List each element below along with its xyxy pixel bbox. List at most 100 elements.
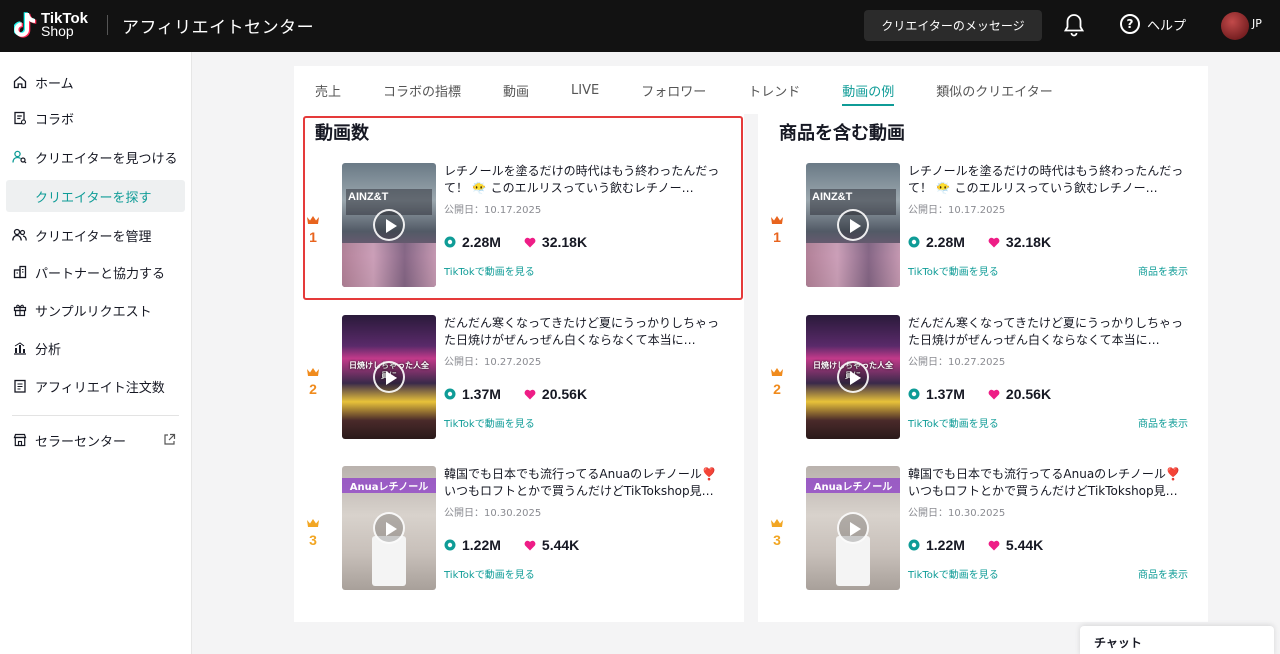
views-count: 1.22M <box>462 537 501 553</box>
sidebar-item-find-creators[interactable]: クリエイターを見つける <box>12 141 184 173</box>
sidebar-item-search-creators[interactable]: クリエイターを探す <box>6 180 185 212</box>
sidebar-item-label: アフィリエイト注文数 <box>35 380 165 396</box>
likes-stat: 32.18K <box>988 234 1051 250</box>
app-title: アフィリエイトセンター <box>122 18 315 38</box>
clipboard-icon <box>12 111 27 126</box>
section-title-videos-with-products: 商品を含む動画 <box>779 123 905 144</box>
video-info: だんだん寒くなってきたけど夏にうっかりしちゃった日焼けがぜんっぜん白くならなくて… <box>908 315 1188 430</box>
play-icon[interactable] <box>373 361 405 393</box>
sidebar: ホーム コラボ クリエイターを見つける クリエイターを探す クリエイターを管理 … <box>0 52 192 654</box>
eye-icon <box>444 388 456 400</box>
views-stat: 1.37M <box>444 386 501 402</box>
tab-videos[interactable]: 動画 <box>503 66 529 114</box>
eye-icon <box>908 539 920 551</box>
likes-count: 5.44K <box>1005 537 1044 553</box>
play-icon[interactable] <box>373 512 405 544</box>
tab-sales[interactable]: 売上 <box>315 66 341 114</box>
tab-live[interactable]: LIVE <box>571 66 599 114</box>
tab-similar-creators[interactable]: 類似のクリエイター <box>936 66 1052 114</box>
play-icon[interactable] <box>837 512 869 544</box>
likes-count: 20.56K <box>541 386 588 402</box>
views-count: 1.37M <box>462 386 501 402</box>
rank-badge: 3 <box>768 518 786 549</box>
tab-followers[interactable]: フォロワー <box>641 66 706 114</box>
play-icon[interactable] <box>837 209 869 241</box>
sidebar-item-label: クリエイターを見つける <box>35 151 178 167</box>
chart-icon <box>12 341 27 356</box>
views-stat: 2.28M <box>908 234 965 250</box>
video-row: 2 日焼けしちゃった人全員に だんだん寒くなってきたけど夏にうっかりしちゃった日… <box>758 315 1188 439</box>
tab-video-examples[interactable]: 動画の例 <box>842 66 895 114</box>
rank-number: 2 <box>773 381 781 397</box>
watch-on-tiktok-link[interactable]: TikTokで動画を見る <box>444 415 535 430</box>
watch-on-tiktok-link[interactable]: TikTokで動画を見る <box>908 566 999 581</box>
likes-stat: 20.56K <box>524 386 587 402</box>
sidebar-item-label: セラーセンター <box>35 434 127 450</box>
show-product-link[interactable]: 商品を表示 <box>1138 415 1188 430</box>
video-date: 公開日：10.17.2025 <box>908 205 1006 216</box>
header-divider <box>107 15 108 35</box>
sidebar-item-partners[interactable]: パートナーと協力する <box>12 256 184 288</box>
tab-trends[interactable]: トレンド <box>748 66 800 114</box>
views-count: 2.28M <box>926 234 965 250</box>
watch-on-tiktok-link[interactable]: TikTokで動画を見る <box>908 415 999 430</box>
video-thumbnail[interactable]: 日焼けしちゃった人全員に <box>806 315 900 439</box>
video-date: 公開日：10.27.2025 <box>444 357 542 368</box>
sidebar-item-affiliate-orders[interactable]: アフィリエイト注文数 <box>12 370 184 402</box>
crown-icon <box>771 216 783 224</box>
sidebar-item-manage-creators[interactable]: クリエイターを管理 <box>12 219 184 251</box>
creator-messages-button[interactable]: クリエイターのメッセージ <box>864 10 1042 41</box>
likes-stat: 20.56K <box>988 386 1051 402</box>
sidebar-item-home[interactable]: ホーム <box>12 66 184 98</box>
rank-badge: 2 <box>304 367 322 398</box>
video-date: 公開日：10.30.2025 <box>444 508 542 519</box>
video-thumbnail[interactable]: 日焼けしちゃった人全員に <box>342 315 436 439</box>
show-product-link[interactable]: 商品を表示 <box>1138 263 1188 278</box>
rank-number: 3 <box>773 532 781 548</box>
avatar[interactable] <box>1221 12 1249 40</box>
heart-icon <box>524 540 536 550</box>
sidebar-item-label: ホーム <box>35 76 74 92</box>
chat-button[interactable]: チャット <box>1080 626 1274 654</box>
sidebar-item-label: 分析 <box>35 342 62 358</box>
watch-on-tiktok-link[interactable]: TikTokで動画を見る <box>444 566 535 581</box>
play-icon[interactable] <box>837 361 869 393</box>
video-info: 韓国でも日本でも流行ってるAnuaのレチノール❣️ いつもロフトとかで買うんだけ… <box>444 466 724 581</box>
video-date: 公開日：10.30.2025 <box>908 508 1006 519</box>
video-thumbnail[interactable]: Anuaレチノール <box>806 466 900 590</box>
top-bar: TikTok Shop アフィリエイトセンター クリエイターのメッセージ ? ヘ… <box>0 0 1280 52</box>
crown-icon <box>771 519 783 527</box>
sidebar-item-analytics[interactable]: 分析 <box>12 332 184 364</box>
video-info: 韓国でも日本でも流行ってるAnuaのレチノール❣️ いつもロフトとかで買うんだけ… <box>908 466 1188 581</box>
video-title: 韓国でも日本でも流行ってるAnuaのレチノール❣️ いつもロフトとかで買うんだけ… <box>908 467 1181 498</box>
likes-stat: 5.44K <box>988 537 1043 553</box>
rank-number: 2 <box>309 381 317 397</box>
likes-stat: 5.44K <box>524 537 579 553</box>
sidebar-item-sample-requests[interactable]: サンプルリクエスト <box>12 294 184 326</box>
heart-icon <box>988 540 1000 550</box>
watch-on-tiktok-link[interactable]: TikTokで動画を見る <box>908 263 999 278</box>
rank-badge: 2 <box>768 367 786 398</box>
order-icon <box>12 379 27 394</box>
video-title: 韓国でも日本でも流行ってるAnuaのレチノール❣️ いつもロフトとかで買うんだけ… <box>444 467 717 498</box>
tiktok-shop-logo[interactable]: TikTok Shop <box>14 9 96 41</box>
rank-badge: 3 <box>304 518 322 549</box>
sidebar-item-collab[interactable]: コラボ <box>12 102 184 134</box>
video-thumbnail[interactable]: AINZ&T <box>806 163 900 287</box>
crown-icon <box>771 368 783 376</box>
heart-icon <box>988 389 1000 399</box>
video-row: 1 AINZ&T レチノールを塗るだけの時代はもう終わったんだって！ 😶‍🌫️ … <box>758 163 1188 287</box>
language-label[interactable]: JP <box>1252 17 1262 30</box>
sidebar-item-label: クリエイターを探す <box>35 190 152 206</box>
views-stat: 1.22M <box>908 537 965 553</box>
help-button[interactable]: ? ヘルプ <box>1120 14 1186 34</box>
bell-icon[interactable] <box>1063 13 1085 37</box>
video-date: 公開日：10.27.2025 <box>908 357 1006 368</box>
show-product-link[interactable]: 商品を表示 <box>1138 566 1188 581</box>
tab-collab-metrics[interactable]: コラボの指標 <box>383 66 461 114</box>
sidebar-item-seller-center[interactable]: セラーセンター <box>12 424 184 456</box>
views-count: 1.22M <box>926 537 965 553</box>
home-icon <box>12 75 27 90</box>
video-thumbnail[interactable]: Anuaレチノール <box>342 466 436 590</box>
users-icon <box>12 228 27 243</box>
